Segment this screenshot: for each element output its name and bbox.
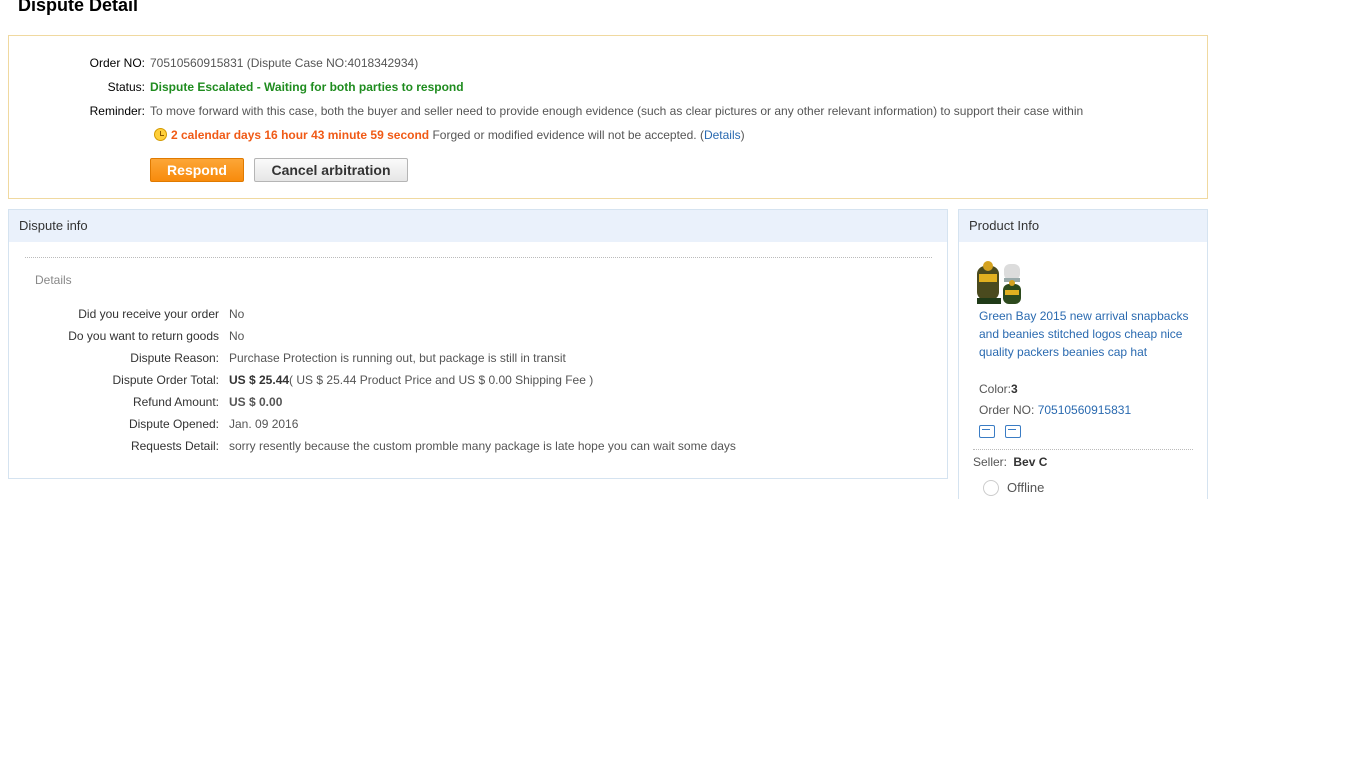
shipping-icon[interactable]	[979, 425, 995, 438]
status-label: Status:	[107, 80, 145, 94]
seller-label: Seller:	[973, 455, 1008, 469]
info-label: Requests Detail:	[130, 439, 219, 453]
close-paren: )	[740, 128, 745, 142]
info-label: Dispute Reason:	[130, 351, 219, 365]
dispute-info-heading: Dispute info	[9, 210, 947, 242]
info-label: Dispute Order Total:	[112, 373, 220, 387]
info-label: Refund Amount:	[132, 395, 219, 409]
info-label: Dispute Opened:	[128, 417, 219, 431]
product-name-link[interactable]: Green Bay 2015 new arrival snapbacks and…	[979, 307, 1194, 361]
color-value: 3	[1011, 382, 1018, 396]
refund-amount: US $ 0.00	[229, 395, 283, 409]
dispute-info-panel: Dispute info Details Did you receive you…	[8, 209, 948, 479]
dispute-summary: Order NO: 70510560915831 (Dispute Case N…	[8, 35, 1208, 199]
divider	[25, 257, 932, 258]
product-thumbnail[interactable]	[975, 260, 1023, 306]
color-label: Color:	[979, 382, 1012, 396]
seller-status: Offline	[983, 480, 1044, 496]
order-label: Order NO:	[89, 56, 145, 70]
product-color: Color:3	[979, 381, 1018, 397]
divider	[973, 449, 1193, 450]
order-total-amount: US $ 25.44	[229, 373, 290, 387]
order-total-breakdown: ( US $ 25.44 Product Price and US $ 0.00…	[289, 373, 594, 387]
offline-face-icon	[983, 480, 999, 496]
countdown-timer: 2 calendar days 16 hour 43 minute 59 sec…	[171, 128, 430, 142]
cancel-arbitration-button[interactable]: Cancel arbitration	[254, 158, 408, 182]
order-value: 70510560915831 (Dispute Case NO:40183429…	[150, 56, 419, 70]
product-actions	[979, 425, 1027, 443]
product-order: Order NO: 70510560915831	[979, 402, 1131, 418]
product-info-heading: Product Info	[959, 210, 1207, 242]
info-value: No	[229, 307, 245, 321]
status-value: Dispute Escalated - Waiting for both par…	[150, 80, 464, 94]
reminder-label: Reminder:	[89, 104, 145, 118]
info-value: Jan. 09 2016	[229, 417, 299, 431]
info-label: Did you receive your order	[78, 307, 219, 321]
seller-name: Bev C	[1013, 455, 1048, 469]
seller-status-text: Offline	[1007, 480, 1045, 495]
info-value: US $ 25.44( US $ 25.44 Product Price and…	[229, 372, 593, 388]
details-link[interactable]: Details	[704, 128, 741, 142]
info-label: Do you want to return goods	[68, 329, 219, 343]
info-value: No	[229, 329, 245, 343]
info-value: sorry resently because the custom prombl…	[229, 439, 736, 453]
page-title: Dispute Detail	[18, 0, 139, 15]
details-title: Details	[35, 273, 72, 287]
respond-button[interactable]: Respond	[150, 158, 244, 182]
info-value: Purchase Protection is running out, but …	[229, 351, 566, 365]
product-order-link[interactable]: 70510560915831	[1038, 403, 1131, 417]
product-info-panel: Product Info Green Bay 2015 new arrival …	[958, 209, 1208, 499]
forged-text: Forged or modified evidence will not be …	[432, 128, 704, 142]
card-icon[interactable]	[1005, 425, 1022, 438]
countdown-line: 2 calendar days 16 hour 43 minute 59 sec…	[154, 127, 745, 143]
seller-row: Seller: Bev C	[973, 455, 1047, 469]
reminder-text: To move forward with this case, both the…	[150, 104, 1084, 118]
product-order-label: Order NO:	[979, 403, 1038, 417]
clock-icon	[154, 128, 167, 141]
